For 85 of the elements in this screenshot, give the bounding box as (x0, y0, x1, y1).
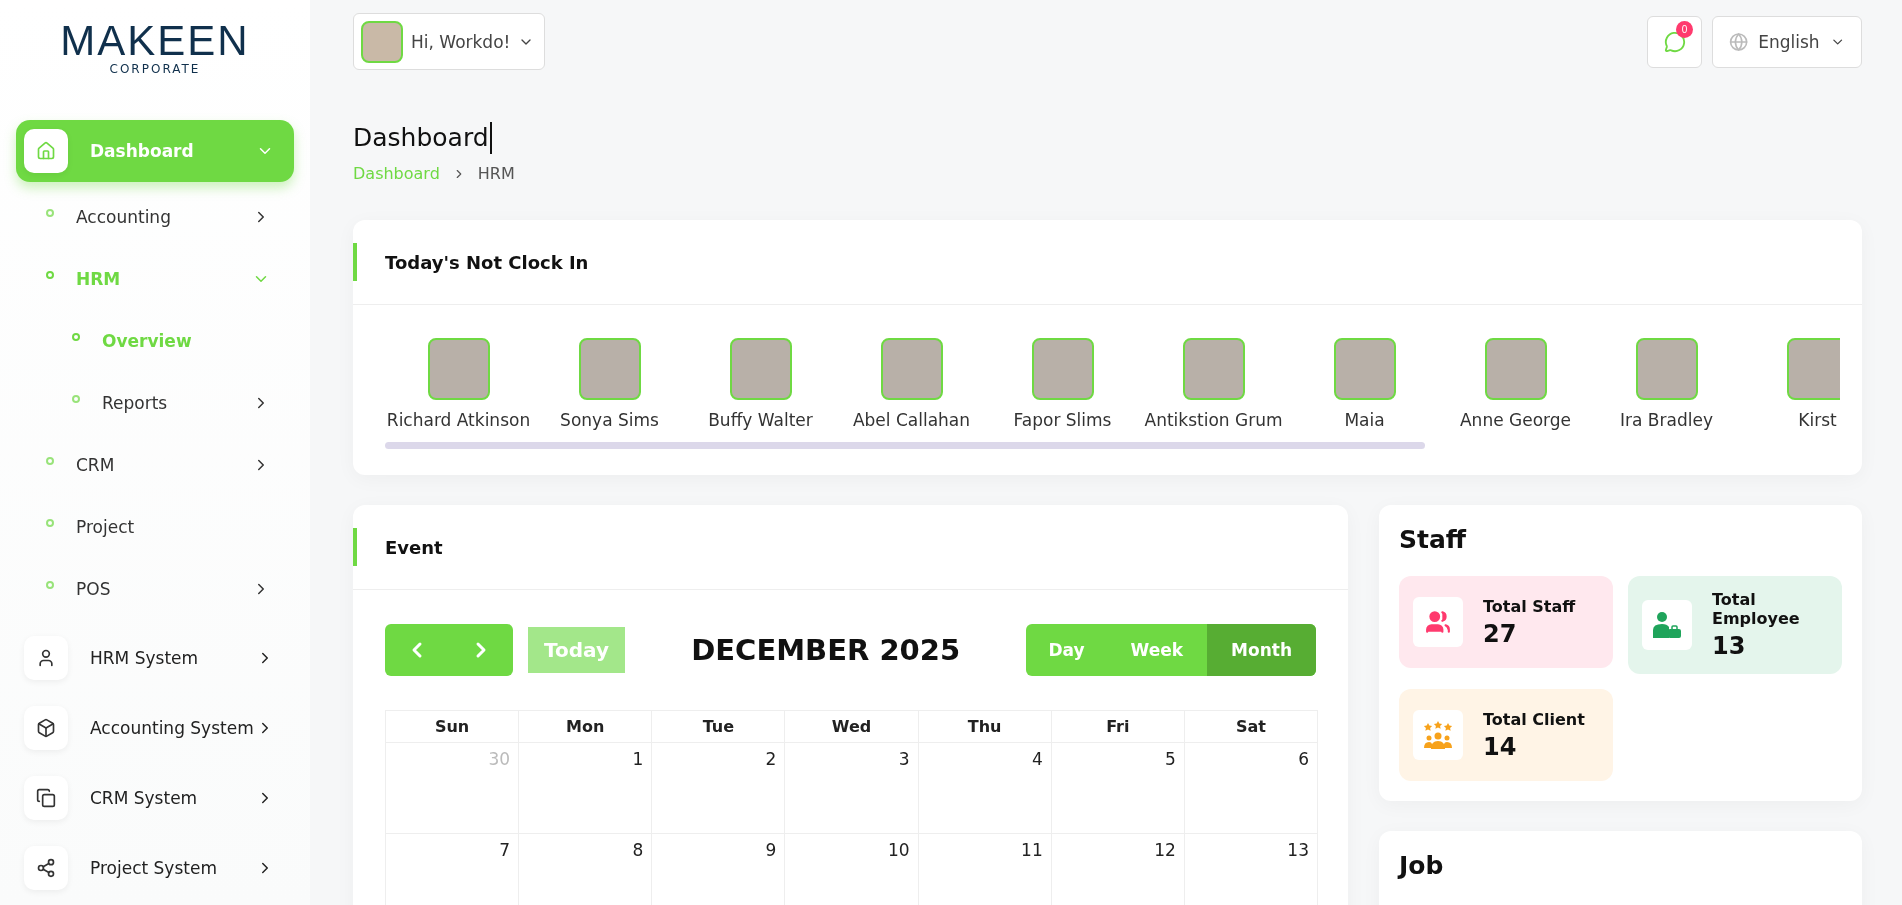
cube-icon (36, 718, 56, 738)
language-dropdown[interactable]: English (1712, 15, 1862, 68)
sidebar-item[interactable]: Project (16, 496, 294, 558)
person-name: Ira Bradley (1620, 410, 1713, 430)
bullet-icon (46, 457, 54, 465)
photo-placeholder (1031, 338, 1094, 400)
card-title: Today's Not Clock In (385, 251, 589, 273)
stat-label: Total Employee (1712, 590, 1801, 628)
globe-icon (1729, 31, 1749, 52)
stat-value: 14 (1483, 732, 1518, 761)
avatar-placeholder (361, 20, 403, 63)
notification-count: 0 (1676, 20, 1693, 38)
weekday-header: Sun (386, 711, 520, 743)
share-icon (36, 858, 56, 878)
bullet-icon (72, 395, 80, 403)
sidebar-item[interactable]: POS (16, 558, 294, 620)
photo-placeholder (880, 338, 943, 400)
person-name: Abel Callahan (852, 410, 971, 430)
calendar-month-title: DECEMBER 2025 (690, 633, 962, 667)
stat-label: Total Client (1483, 709, 1585, 729)
user-menu-button[interactable]: Hi, Workdo! (353, 13, 546, 70)
calendar-day[interactable]: 7 (386, 834, 520, 905)
calendar-day[interactable]: 2 (652, 743, 786, 834)
bullet-icon (72, 333, 80, 341)
card-title: Staff (1399, 525, 1468, 554)
sidebar-item[interactable]: Accounting (16, 186, 294, 248)
users-icon (1425, 609, 1451, 635)
calendar-day[interactable]: 12 (1051, 834, 1185, 905)
person-name: Buffy Walter (708, 410, 813, 430)
calendar-day[interactable]: 5 (1051, 743, 1185, 834)
calendar-day[interactable]: 4 (918, 743, 1052, 834)
employee-briefcase-icon (1652, 611, 1682, 639)
home-icon (36, 141, 56, 161)
stat-value: 13 (1712, 632, 1747, 660)
calendar-day[interactable]: 11 (918, 834, 1052, 905)
weekday-header: Tue (652, 711, 786, 743)
page-title: Dashboard (353, 122, 492, 154)
photo-placeholder (1484, 338, 1547, 400)
copy-icon (36, 788, 56, 808)
scrollbar[interactable] (385, 442, 1425, 449)
sidebar-item[interactable]: CRM (16, 434, 294, 496)
person-name: Sonya Sims (560, 410, 659, 430)
weekday-header: Mon (519, 711, 653, 743)
weekday-header: Thu (918, 711, 1052, 743)
card-title: Job (1399, 851, 1445, 880)
sidebar-item[interactable]: HRM System (16, 626, 294, 690)
sidebar-item[interactable]: Project System (16, 836, 294, 900)
calendar-day[interactable]: 10 (785, 834, 919, 905)
user-icon (36, 648, 56, 668)
weekday-header: Fri (1051, 711, 1185, 743)
photo-placeholder (1333, 338, 1396, 400)
logo-tagline: CORPORATE (109, 62, 201, 76)
bullet-icon (46, 271, 54, 279)
photo-placeholder (578, 338, 641, 400)
stat-label: Total Staff (1483, 596, 1576, 616)
calendar-day[interactable]: 8 (519, 834, 653, 905)
person-name: Kirst (1798, 410, 1837, 430)
sidebar-item[interactable]: CRM System (16, 766, 294, 830)
bullet-icon (46, 209, 54, 217)
person-name: Fapor Slims (1013, 410, 1112, 430)
photo-placeholder (1786, 338, 1840, 400)
breadcrumb-current: HRM (477, 164, 515, 183)
stat-value: 27 (1483, 619, 1518, 648)
calendar-day[interactable]: 6 (1184, 743, 1318, 834)
bullet-icon (46, 519, 54, 527)
bullet-icon (46, 581, 54, 589)
sidebar-item[interactable]: Reports (16, 372, 294, 434)
calendar-day[interactable]: 13 (1184, 834, 1318, 905)
photo-placeholder (427, 338, 490, 400)
sidebar-item[interactable]: Accounting System (16, 696, 294, 760)
person-name: Anne George (1460, 410, 1571, 430)
calendar-day[interactable]: 3 (785, 743, 919, 834)
calendar-day[interactable]: 1 (519, 743, 653, 834)
weekday-header: Wed (785, 711, 919, 743)
person-name: Richard Atkinson (386, 410, 531, 430)
person-name: Maia (1344, 410, 1385, 430)
calendar-day[interactable]: 9 (652, 834, 786, 905)
photo-placeholder (729, 338, 792, 400)
photo-placeholder (1635, 338, 1698, 400)
photo-placeholder (1182, 338, 1245, 400)
person-name: Antikstion Grum (1144, 410, 1283, 430)
logo-name: MAKEEN (60, 20, 250, 62)
card-title: Event (385, 536, 443, 558)
client-stars-icon (1422, 720, 1454, 750)
weekday-header: Sat (1184, 711, 1318, 743)
